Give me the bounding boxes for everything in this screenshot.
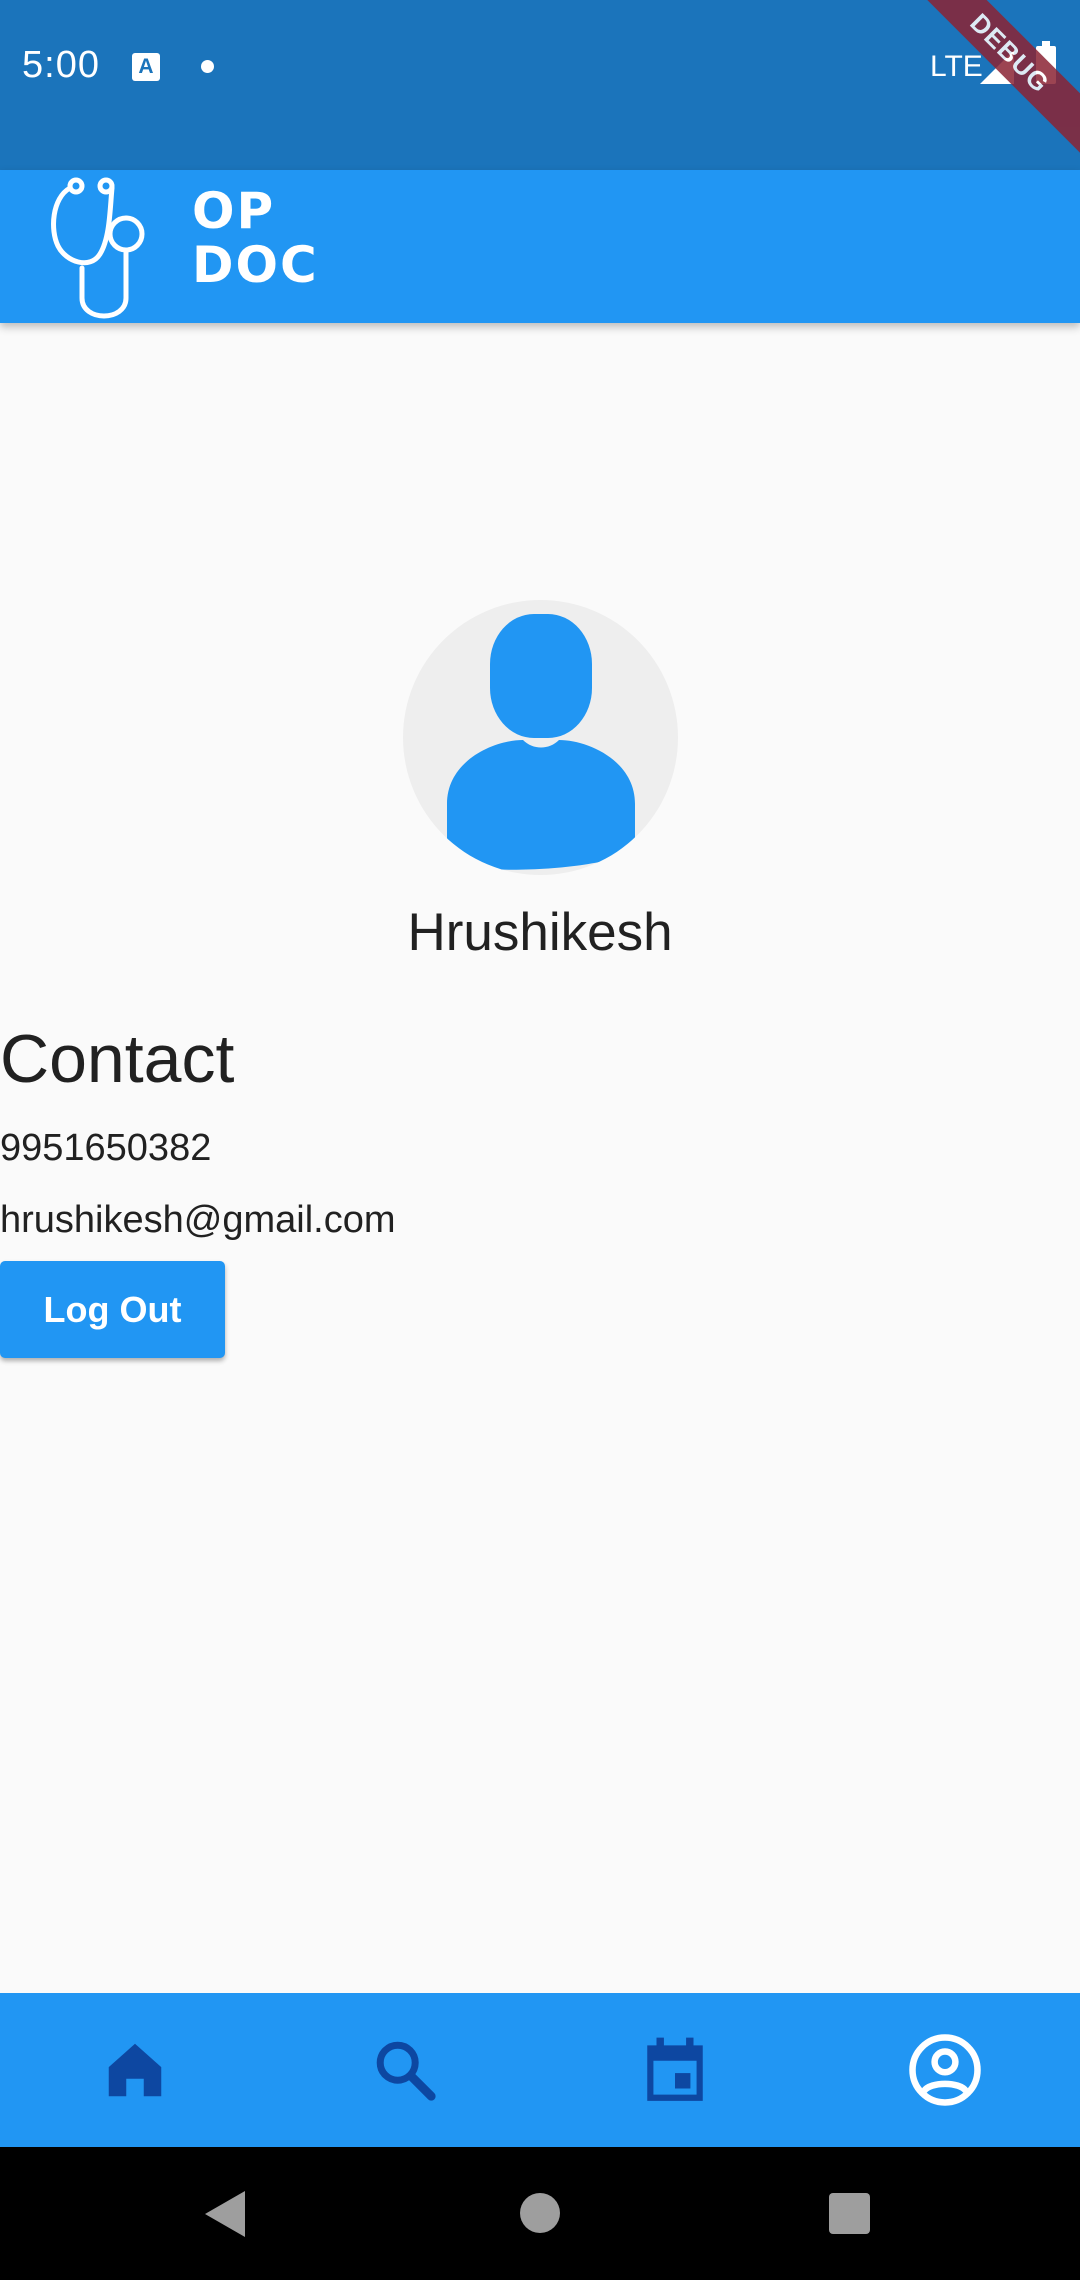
notification-dot-icon: [201, 60, 214, 73]
account-circle-icon: [909, 2034, 981, 2106]
nav-item-profile[interactable]: [810, 1993, 1080, 2147]
home-button-icon[interactable]: [520, 2193, 560, 2233]
user-name: Hrushikesh: [407, 903, 673, 962]
person-icon: [447, 614, 635, 870]
home-icon: [108, 2043, 162, 2097]
app-bar: OP DOC: [0, 170, 1080, 323]
network-type-label: LTE: [930, 50, 983, 83]
contact-heading: Contact: [0, 1021, 235, 1097]
stethoscope-logo-icon: [51, 177, 145, 319]
contact-phone: 9951650382: [0, 1127, 212, 1169]
status-bar: 5:00 A LTE: [0, 0, 1080, 170]
status-time: 5:00: [22, 44, 100, 86]
recents-icon[interactable]: [829, 2193, 870, 2234]
bottom-navigation: [0, 1993, 1080, 2147]
avatar: [403, 600, 678, 875]
contact-email: hrushikesh@gmail.com: [0, 1199, 396, 1241]
back-icon[interactable]: [205, 2191, 245, 2237]
nav-item-home[interactable]: [0, 1993, 270, 2147]
nav-item-search[interactable]: [270, 1993, 540, 2147]
system-navigation-bar: [0, 2147, 1080, 2280]
search-icon: [376, 2041, 436, 2101]
calendar-icon: [647, 2037, 703, 2101]
logout-button[interactable]: Log Out: [0, 1261, 225, 1358]
nav-item-appointments[interactable]: [540, 1993, 810, 2147]
logo-line-1: OP: [192, 182, 276, 240]
notification-app-icon: A: [132, 53, 160, 81]
logo-line-2: DOC: [192, 236, 319, 294]
app-logo-text: OP DOC: [192, 184, 319, 292]
